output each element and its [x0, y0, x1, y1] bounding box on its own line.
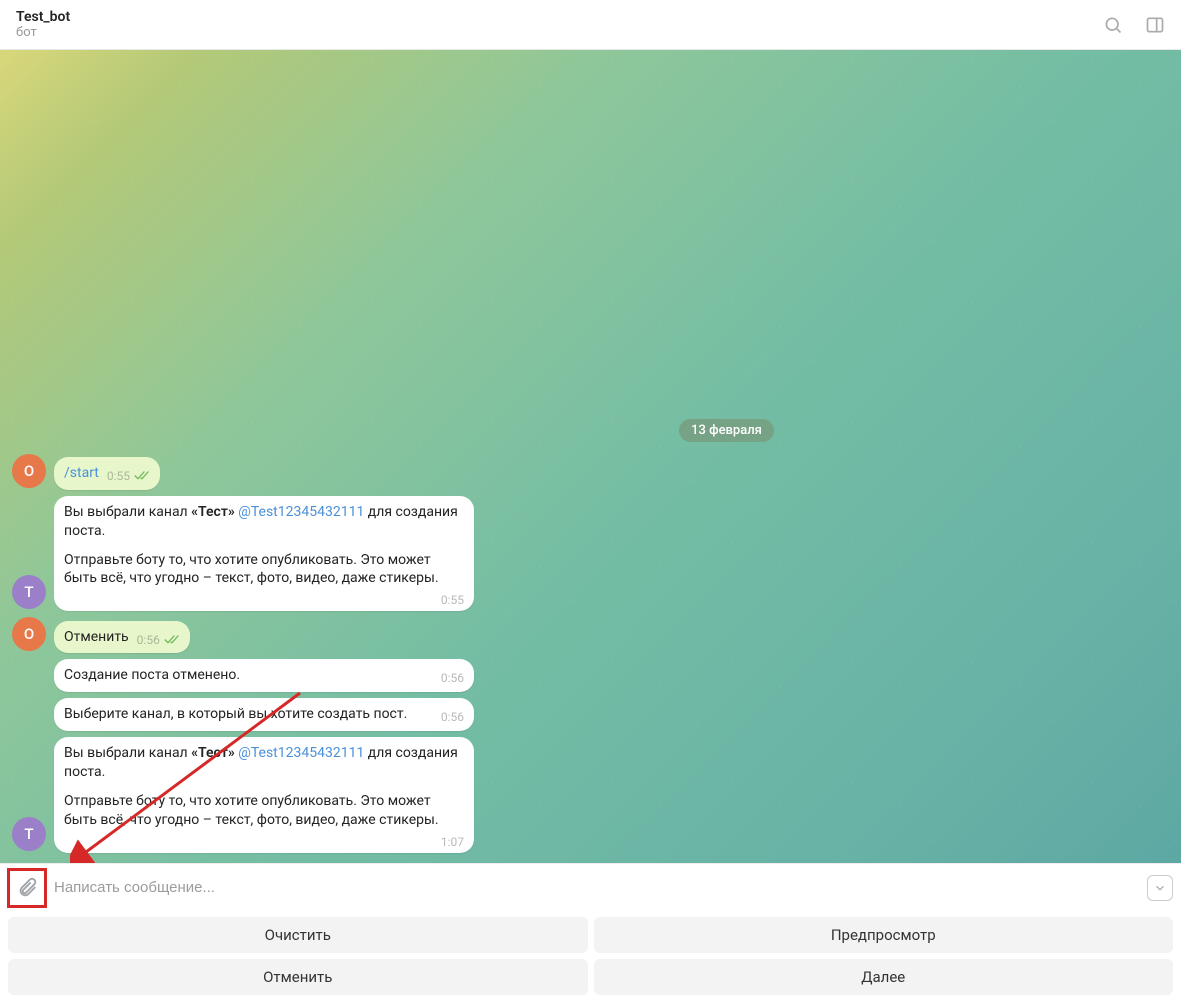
clear-button[interactable]: Очистить [8, 917, 588, 953]
message-time: 0:55 [441, 592, 464, 608]
annotation-highlight [7, 868, 47, 908]
message-out[interactable]: Отменить 0:56 [54, 621, 190, 654]
avatar-bot[interactable]: T [12, 817, 46, 851]
chat-subtitle: бот [16, 25, 1103, 40]
message-time: 0:56 [441, 670, 464, 686]
commands-toggle[interactable] [1147, 875, 1173, 901]
chevron-down-icon [1153, 881, 1167, 895]
message-out[interactable]: /start 0:55 [54, 457, 160, 490]
message-row: T Вы выбрали канал «Тест» @Test123454321… [12, 496, 1181, 612]
messages-list: 13 февраля O /start 0:55 T Вы выбрали ка… [0, 407, 1181, 863]
message-time: 0:56 [441, 709, 464, 725]
avatar-user[interactable]: O [12, 454, 46, 488]
message-time: 1:07 [441, 834, 464, 850]
attach-button[interactable] [8, 869, 46, 907]
chat-area: 13 февраля O /start 0:55 T Вы выбрали ка… [0, 50, 1181, 863]
command-link[interactable]: /start [64, 465, 99, 481]
input-bar [0, 863, 1181, 911]
message-in[interactable]: Выберите канал, в который вы хотите созд… [54, 698, 474, 731]
avatar-bot[interactable]: T [12, 575, 46, 609]
message-in[interactable]: Вы выбрали канал «Тест» @Test12345432111… [54, 737, 474, 853]
message-in[interactable]: Создание поста отменено. 0:56 [54, 659, 474, 692]
preview-button[interactable]: Предпросмотр [594, 917, 1174, 953]
message-row: T Создание поста отменено. 0:56 Выберите… [12, 659, 1181, 853]
message-in[interactable]: Вы выбрали канал «Тест» @Test12345432111… [54, 496, 474, 612]
chat-header: Test_bot бот [0, 0, 1181, 50]
read-ticks-icon [134, 470, 150, 481]
sidebar-toggle-icon[interactable] [1145, 15, 1165, 35]
message-time: 0:55 [107, 468, 130, 484]
message-input[interactable] [46, 879, 1147, 896]
message-row: O Отменить 0:56 [12, 617, 1181, 653]
next-button[interactable]: Далее [594, 959, 1174, 995]
cancel-button[interactable]: Отменить [8, 959, 588, 995]
chat-title: Test_bot [16, 9, 1103, 25]
bot-keyboard: Очистить Предпросмотр Отменить Далее [0, 911, 1181, 1001]
message-time: 0:56 [137, 632, 160, 648]
avatar-user[interactable]: O [12, 617, 46, 651]
header-title-area[interactable]: Test_bot бот [16, 9, 1103, 40]
message-row: O /start 0:55 [12, 454, 1181, 490]
channel-link[interactable]: @Test12345432111 [238, 504, 364, 520]
date-separator: 13 февраля [679, 419, 774, 442]
channel-link[interactable]: @Test12345432111 [238, 745, 364, 761]
search-icon[interactable] [1103, 15, 1123, 35]
read-ticks-icon [164, 634, 180, 645]
